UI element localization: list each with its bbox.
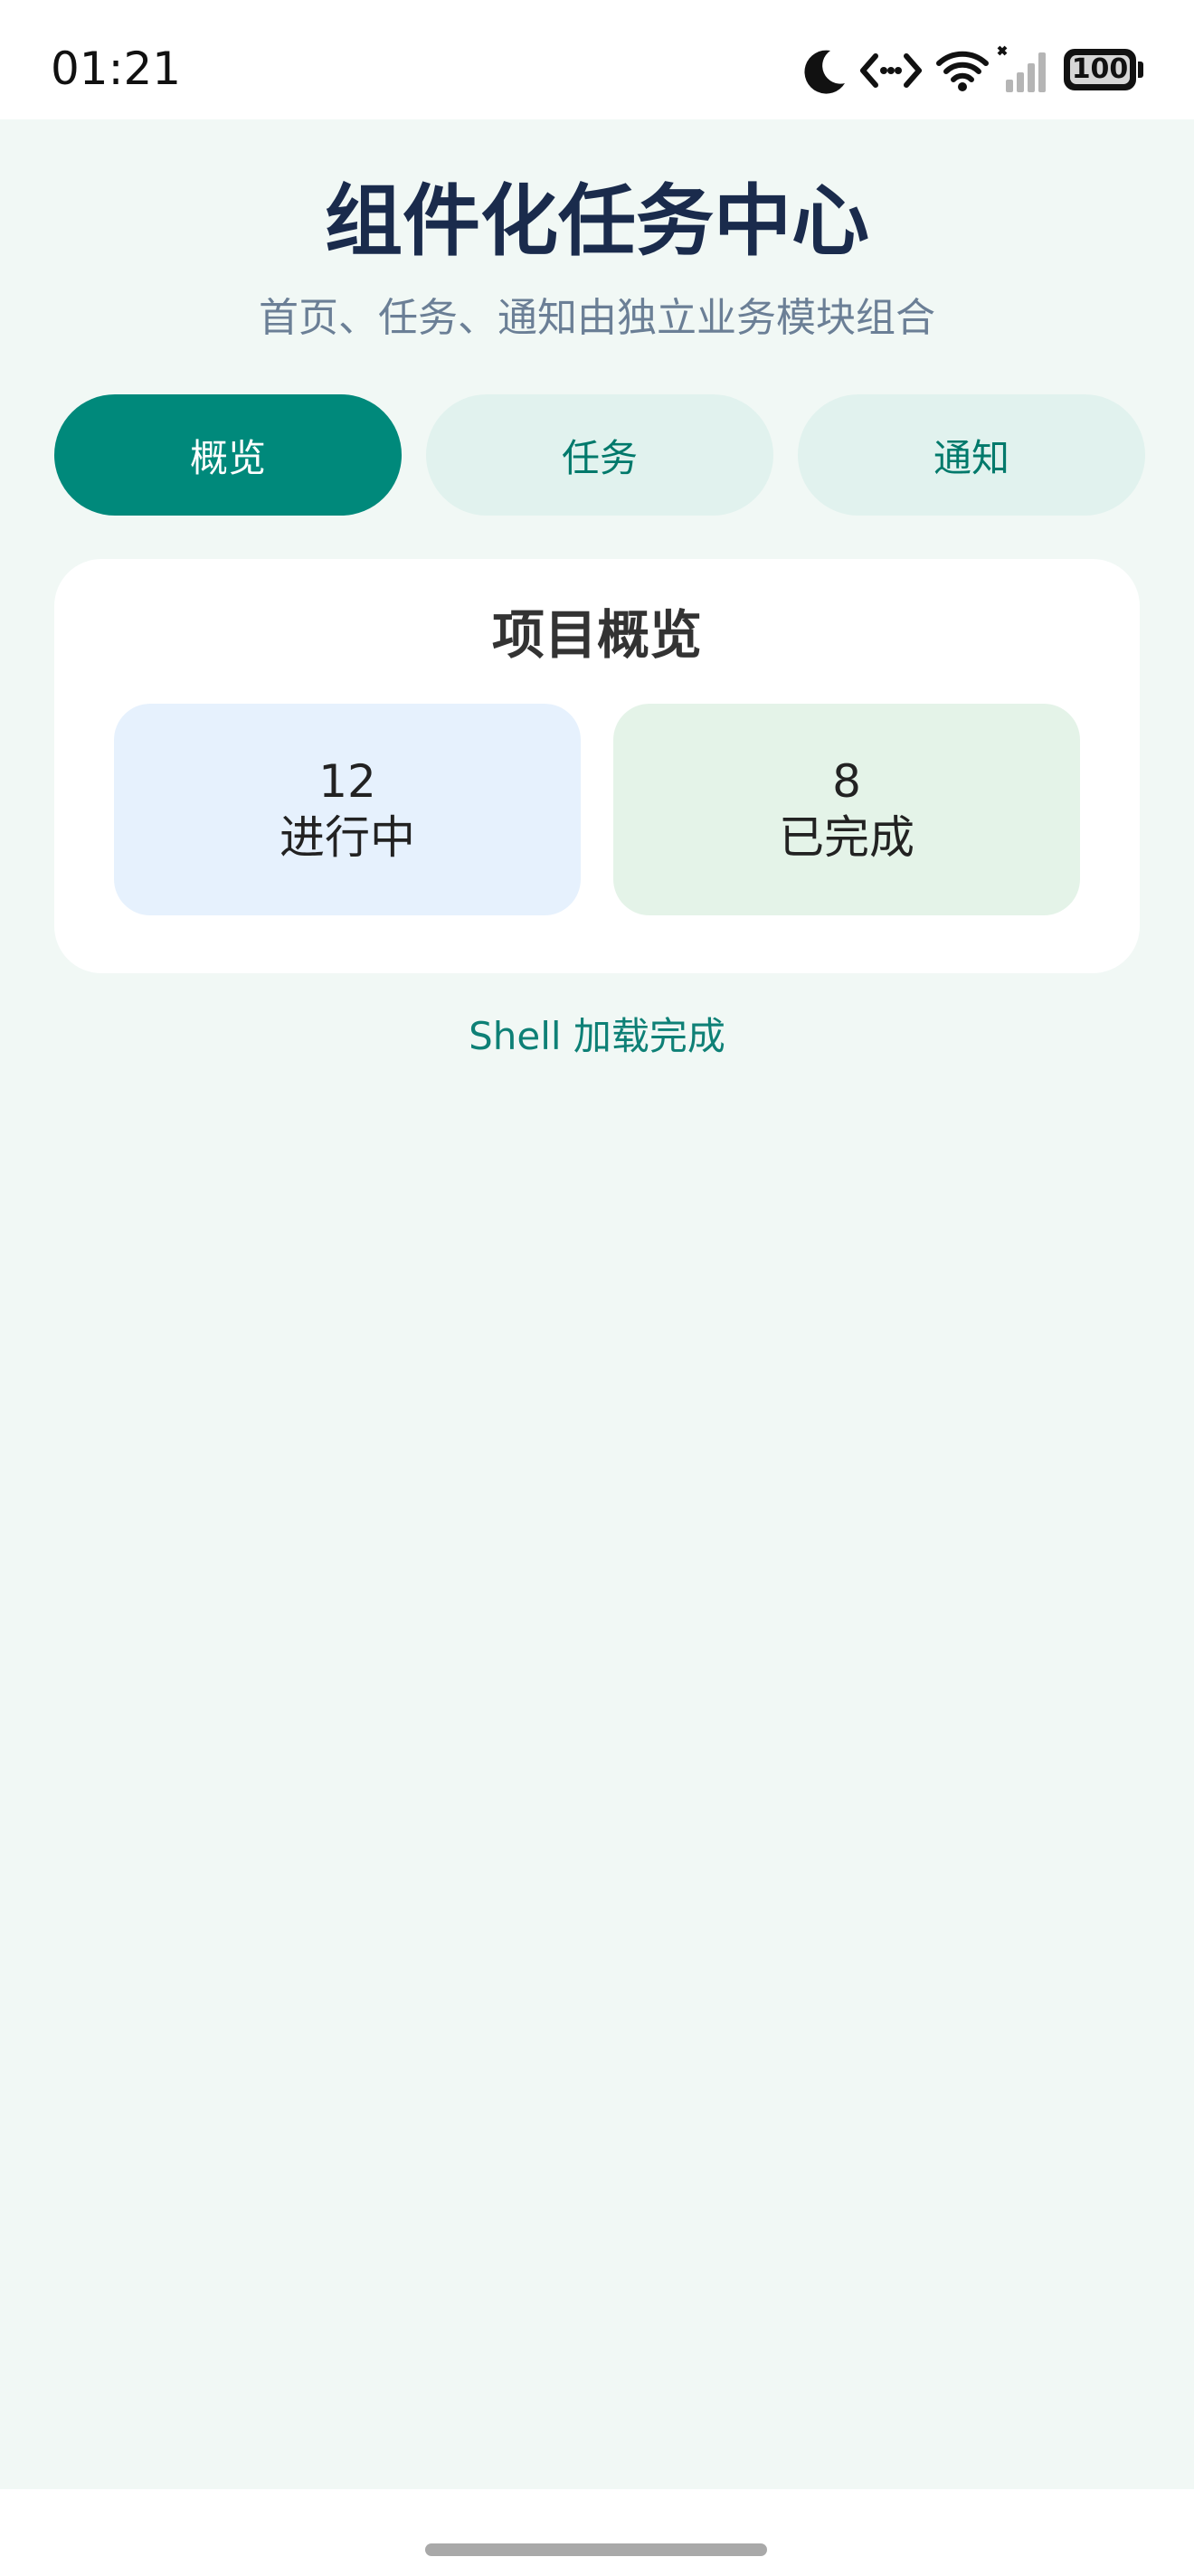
app-content: 组件化任务中心 首页、任务、通知由独立业务模块组合 概览 任务 通知 项目概览 …: [0, 119, 1194, 2489]
battery-icon: 100: [1064, 49, 1145, 90]
stat-completed-label: 已完成: [779, 811, 914, 864]
bottom-bar: [0, 2489, 1194, 2576]
battery-level: 100: [1071, 53, 1129, 85]
page-title: 组件化任务中心: [325, 176, 869, 267]
wifi-icon: [936, 51, 989, 91]
status-icons: 100: [803, 43, 1147, 98]
stat-in-progress: 12 进行中: [114, 704, 581, 915]
shell-load-status: Shell 加载完成: [469, 1014, 725, 1058]
status-bar: 01:21 100: [0, 0, 1194, 119]
home-indicator[interactable]: [425, 2543, 767, 2556]
overview-title: 项目概览: [491, 604, 702, 666]
tab-tasks[interactable]: 任务: [426, 394, 773, 516]
code-icon: [860, 53, 922, 88]
stat-in-progress-value: 12: [318, 755, 376, 808]
moon-icon: [804, 50, 845, 94]
signal-icon: [997, 45, 1046, 92]
tab-overview[interactable]: 概览: [54, 394, 402, 516]
stat-completed: 8 已完成: [613, 704, 1080, 915]
overview-card: 项目概览 12 进行中 8 已完成: [54, 559, 1140, 973]
stat-in-progress-label: 进行中: [280, 811, 415, 864]
stat-completed-value: 8: [832, 755, 861, 808]
page-subtitle: 首页、任务、通知由独立业务模块组合: [259, 295, 935, 341]
status-time: 01:21: [51, 43, 182, 95]
tab-notifications[interactable]: 通知: [798, 394, 1145, 516]
